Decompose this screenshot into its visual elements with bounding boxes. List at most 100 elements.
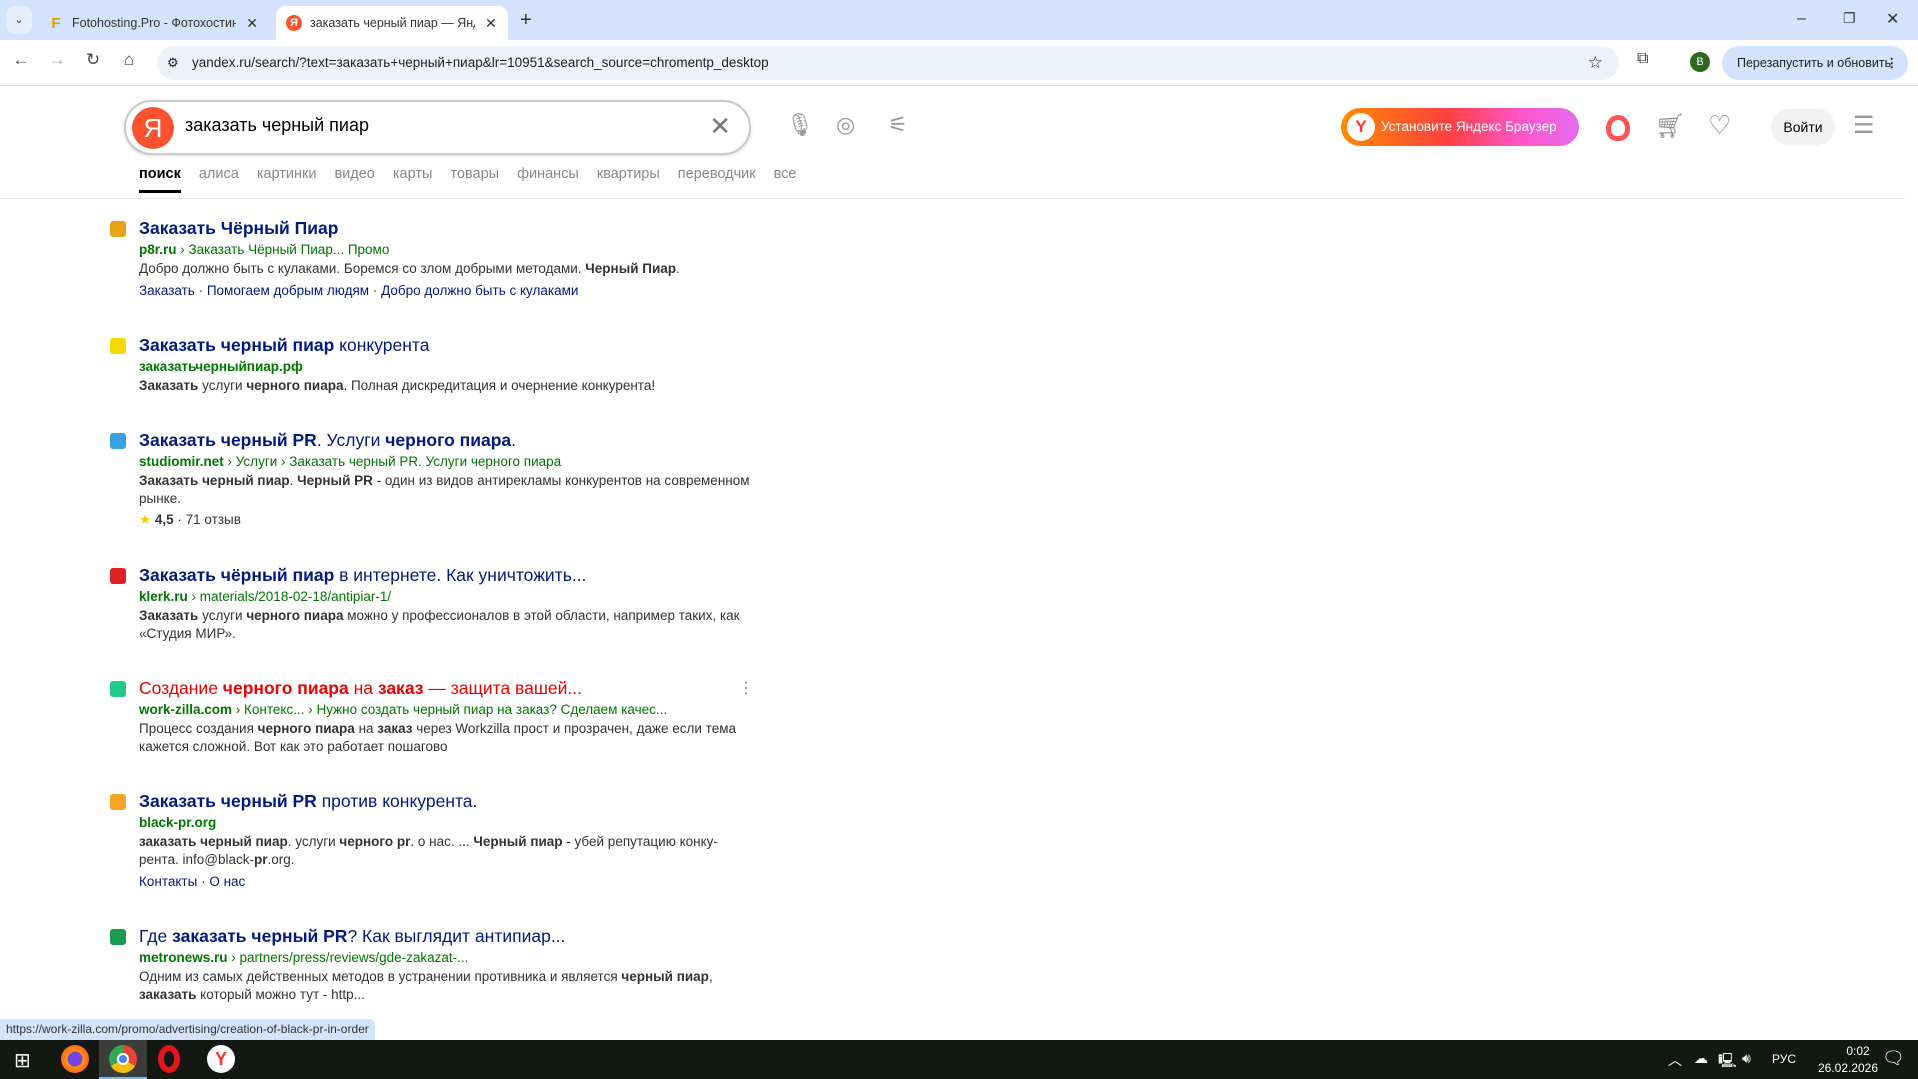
microphone-icon[interactable]: 🎙︎ — [786, 112, 814, 138]
search-result: Создание черного пиара на заказ — защита… — [110, 678, 754, 756]
filters-icon[interactable]: ⚟ — [888, 112, 908, 138]
menu-icon[interactable]: ☰ — [1853, 111, 1875, 140]
reload-button[interactable]: ↻ — [81, 50, 105, 70]
result-rating: ★ 4,5 · 71 отзыв — [139, 511, 750, 529]
show-hidden-icons[interactable]: ︿ — [1668, 1050, 1682, 1070]
tab-6[interactable]: финансы — [517, 166, 579, 193]
reviews-count[interactable]: · 71 отзыв — [177, 512, 240, 527]
close-window-button[interactable]: ✕ — [1886, 9, 1899, 29]
snippet-segment: черного пиара — [257, 721, 355, 736]
title-segment: ? Как выглядит антипиар... — [347, 926, 566, 946]
search-tabs: поиск алиса картинки видео карты товары финанс… — [139, 166, 814, 193]
alice-icon[interactable] — [1606, 115, 1630, 141]
site-favicon-icon — [110, 929, 126, 945]
sitelink[interactable]: О нас — [209, 874, 245, 889]
clear-icon[interactable]: ✕ — [709, 111, 731, 142]
tab-4[interactable]: карты — [393, 166, 433, 193]
sitelink[interactable]: Добро должно быть с кулаками — [381, 283, 578, 298]
notifications-icon[interactable]: 🗨︎ — [1882, 1048, 1905, 1069]
firefox-icon[interactable] — [61, 1045, 89, 1073]
search-input[interactable]: заказать черный пиар — [185, 115, 369, 136]
tab-1[interactable]: алиса — [199, 166, 239, 193]
snippet-segment: . Полная дискредитация и очернение конку… — [343, 378, 656, 393]
tab-9[interactable]: все — [774, 166, 797, 193]
tab-2[interactable]: картинки — [257, 166, 317, 193]
snippet-segment: услуги — [198, 608, 247, 623]
result-url[interactable]: black-pr.org — [139, 815, 750, 830]
result-url[interactable]: p8r.ru › Заказать Чёрный Пиар... Промо — [139, 242, 750, 257]
close-tab-icon[interactable]: ✕ — [485, 15, 497, 32]
tab-search-button[interactable]: ⌄ — [6, 6, 32, 34]
bookmark-star-icon[interactable]: ☆ — [1588, 46, 1603, 80]
network-icon[interactable]: 🖳 — [1718, 1050, 1737, 1074]
clock-date[interactable]: 26.02.2026 — [1808, 1061, 1888, 1075]
volume-icon[interactable]: 🔊︎ — [1742, 1050, 1751, 1067]
install-browser-button[interactable]: Y Установите Яндекс Браузер — [1341, 108, 1579, 146]
close-tab-icon[interactable]: ✕ — [246, 15, 258, 32]
forward-button[interactable]: → — [45, 50, 69, 70]
result-url[interactable]: klerk.ru › materials/2018-02-18/antipiar… — [139, 589, 750, 604]
site-settings-icon[interactable]: ⚙ — [167, 46, 179, 80]
result-title-link[interactable]: Заказать черный пиар конкурента — [139, 335, 750, 356]
onedrive-icon[interactable]: ☁ — [1694, 1050, 1708, 1067]
title-segment: Заказать черный PR — [139, 791, 317, 811]
snippet-segment: заказать черный пиар — [139, 834, 288, 849]
title-segment: черного пиара — [385, 430, 512, 450]
tab-fotohosting[interactable]: F Fotohosting.Pro - Фотохостинг ✕ — [38, 6, 268, 40]
site-favicon-icon — [110, 681, 126, 697]
tab-8[interactable]: переводчик — [678, 166, 756, 193]
result-url[interactable]: заказатьчерныйпиар.рф — [139, 359, 750, 374]
snippet-segment: черного pr — [339, 834, 411, 849]
restart-update-button[interactable]: Перезапустить и обновить ⋮ — [1722, 46, 1908, 80]
result-title-link[interactable]: Заказать черный PR против конкурента. — [139, 791, 750, 812]
opera-icon[interactable] — [158, 1045, 180, 1073]
url-segment: › materials/2018-02-18/antipiar-1/ — [187, 589, 392, 604]
title-segment: Где — [139, 926, 173, 946]
sitelink[interactable]: Контакты — [139, 874, 197, 889]
restore-button[interactable]: ❐ — [1843, 10, 1856, 27]
result-url[interactable]: work-zilla.com › Контекс... › Нужно созд… — [139, 702, 750, 717]
result-title-link[interactable]: Заказать черный PR. Услуги черного пиара… — [139, 430, 750, 451]
tab-yandex-search[interactable]: Я заказать черный пиар — Яндекс ✕ — [276, 6, 508, 40]
home-button[interactable]: ⌂ — [117, 50, 141, 70]
result-url[interactable]: metronews.ru › partners/press/reviews/gd… — [139, 950, 750, 965]
more-options-icon[interactable]: ⋮ — [738, 678, 754, 698]
result-url[interactable]: studiomir.net › Услуги › Заказать черный… — [139, 454, 750, 469]
sitelink[interactable]: Заказать — [139, 283, 195, 298]
site-favicon-icon — [110, 568, 126, 584]
language-indicator[interactable]: РУС — [1772, 1052, 1796, 1066]
yandex-browser-taskbar-icon[interactable]: Y — [207, 1045, 235, 1073]
camera-search-icon[interactable]: ◎ — [836, 112, 855, 138]
tab-7[interactable]: квартиры — [597, 166, 660, 193]
address-bar[interactable]: ⚙ yandex.ru/search/?text=заказать+черный… — [157, 46, 1619, 80]
tab-5[interactable]: товары — [450, 166, 499, 193]
search-box[interactable]: Я заказать черный пиар ✕ — [124, 100, 751, 155]
result-title-link[interactable]: Заказать чёрный пиар в интернете. Как ун… — [139, 565, 750, 586]
snippet-segment: Черный пиар — [473, 834, 563, 849]
back-button[interactable]: ← — [9, 50, 33, 70]
url-segment: p8r.ru — [139, 242, 177, 257]
clock-time[interactable]: 0:02 — [1828, 1044, 1888, 1058]
cart-icon[interactable]: 🛒︎ — [1655, 112, 1685, 141]
extensions-icon[interactable]: ⧉ — [1637, 50, 1648, 68]
snippet-segment: черный пиар — [621, 969, 709, 984]
install-label: Установите Яндекс Браузер — [1381, 119, 1557, 134]
tab-0[interactable]: поиск — [139, 166, 181, 193]
minimize-button[interactable]: – — [1797, 10, 1806, 28]
yandex-logo[interactable]: Я — [132, 107, 174, 149]
profile-avatar[interactable]: B — [1690, 52, 1710, 72]
menu-dots-icon[interactable]: ⋮ — [1886, 46, 1899, 80]
result-title-link[interactable]: Где заказать черный PR? Как выглядит ант… — [139, 926, 750, 947]
tab-title: заказать черный пиар — Яндекс — [310, 16, 475, 30]
result-title-link[interactable]: Создание черного пиара на заказ — защита… — [139, 678, 750, 699]
title-segment: конкурента — [334, 335, 430, 355]
result-title-link[interactable]: Заказать Чёрный Пиар — [139, 218, 750, 239]
new-tab-button[interactable]: + — [520, 9, 532, 32]
sitelink[interactable]: Помогаем добрым людям — [207, 283, 369, 298]
title-segment: на — [348, 678, 378, 698]
favorites-heart-icon[interactable]: ♡ — [1708, 110, 1731, 141]
chrome-icon[interactable] — [109, 1045, 137, 1073]
login-button[interactable]: Войти — [1771, 109, 1835, 145]
tab-3[interactable]: видео — [334, 166, 374, 193]
windows-start-icon[interactable]: ⊞ — [14, 1048, 31, 1073]
